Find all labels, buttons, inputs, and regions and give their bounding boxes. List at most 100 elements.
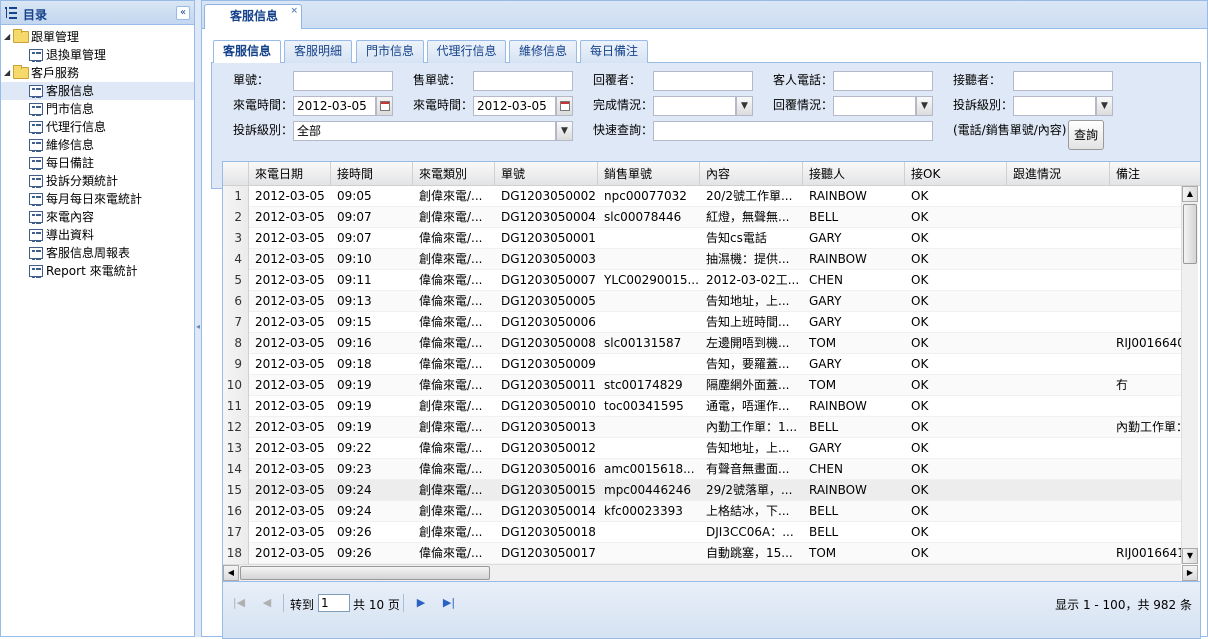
table-row[interactable]: 16 2012-03-05 09:24 創偉來電/... DG1203050014 kfc… <box>223 501 1183 522</box>
call-time-from-calendar-button[interactable] <box>376 96 393 116</box>
tree-list-icon <box>5 7 17 19</box>
follow-up-cell <box>1007 438 1110 459</box>
complaint-level-select[interactable] <box>1013 96 1096 116</box>
tree-node-item[interactable]: 每月每日來電統計 <box>1 190 194 208</box>
last-page-icon[interactable]: ▶| <box>441 595 457 611</box>
inner-tab-customer-service[interactable]: 客服信息 <box>213 40 281 64</box>
column-header-answer-time[interactable]: 接時間 <box>331 162 413 186</box>
table-row[interactable]: 3 2012-03-05 09:07 偉倫來電/... DG1203050001 告知cs… <box>223 228 1183 249</box>
column-header-answer-ok[interactable]: 接OK <box>905 162 1007 186</box>
tree-node-item[interactable]: Report 來電統計 <box>1 262 194 280</box>
completion-select[interactable] <box>653 96 736 116</box>
complaint-level2-dropdown-arrow-icon[interactable]: ▼ <box>556 121 573 141</box>
horizontal-scroll-thumb[interactable] <box>240 566 490 580</box>
inner-tab-store-info[interactable]: 門市信息 <box>356 40 424 63</box>
sales-no-input[interactable] <box>473 71 573 91</box>
reply-status-dropdown-arrow-icon[interactable]: ▼ <box>916 96 933 116</box>
inner-tab-repair-info[interactable]: 維修信息 <box>509 40 577 63</box>
table-row[interactable]: 12 2012-03-05 09:19 創偉來電/... DG1203050013 內勤工… <box>223 417 1183 438</box>
outer-tab-label: 客服信息 <box>230 9 279 23</box>
call-type-cell: 偉倫來電/... <box>419 357 483 371</box>
first-page-icon[interactable]: |◀ <box>231 595 247 611</box>
table-row[interactable]: 14 2012-03-05 09:23 偉倫來電/... DG1203050016 amc… <box>223 459 1183 480</box>
query-button[interactable]: 查詢 <box>1068 120 1104 150</box>
tree-node-item[interactable]: 維修信息 <box>1 136 194 154</box>
column-header-call-date[interactable]: 來電日期 <box>249 162 331 186</box>
expand-toggle-icon[interactable]: ◢ <box>4 64 13 82</box>
tree-node-item[interactable]: 每日備註 <box>1 154 194 172</box>
vertical-scrollbar[interactable]: ▲ ▼ <box>1181 186 1198 564</box>
order-no-cell: DG1203050005 <box>501 294 596 308</box>
previous-page-icon[interactable]: ◀ <box>259 595 275 611</box>
table-row[interactable]: 13 2012-03-05 09:22 偉倫來電/... DG1203050012 告知地… <box>223 438 1183 459</box>
table-row[interactable]: 4 2012-03-05 09:10 創偉來電/... DG1203050003 抽濕機：… <box>223 249 1183 270</box>
vertical-scroll-thumb[interactable] <box>1183 204 1197 264</box>
notes-cell <box>1110 501 1183 522</box>
collapse-panel-button[interactable]: « <box>176 6 190 20</box>
tree-node-item[interactable]: 客服信息 <box>1 82 194 100</box>
table-row[interactable]: 9 2012-03-05 09:18 偉倫來電/... DG1203050009 告知，要… <box>223 354 1183 375</box>
table-row[interactable]: 10 2012-03-05 09:19 偉倫來電/... DG1203050011 stc… <box>223 375 1183 396</box>
order-no-input[interactable] <box>293 71 393 91</box>
table-row[interactable]: 11 2012-03-05 09:19 創偉來電/... DG1203050010 toc… <box>223 396 1183 417</box>
column-header-follow-up[interactable]: 跟進情況 <box>1007 162 1110 186</box>
table-row[interactable]: 18 2012-03-05 09:26 偉倫來電/... DG1203050017 自動跳… <box>223 543 1183 564</box>
inner-tab-daily-notes[interactable]: 每日備注 <box>580 40 648 63</box>
tree-node-item[interactable]: 導出資料 <box>1 226 194 244</box>
scroll-up-icon[interactable]: ▲ <box>1182 186 1198 202</box>
guest-phone-input[interactable] <box>833 71 933 91</box>
answer-time-cell: 09:19 <box>337 378 372 392</box>
scroll-right-icon[interactable]: ▶ <box>1182 565 1198 581</box>
reply-by-input[interactable] <box>653 71 753 91</box>
table-row[interactable]: 1 2012-03-05 09:05 創偉來電/... DG1203050002 npc0… <box>223 186 1183 207</box>
inner-tab-service-detail[interactable]: 客服明細 <box>284 40 352 63</box>
table-row[interactable]: 6 2012-03-05 09:13 偉倫來電/... DG1203050005 告知地址… <box>223 291 1183 312</box>
tree-node-item[interactable]: 來電內容 <box>1 208 194 226</box>
tree-node-folder[interactable]: ◢ 跟單管理 <box>1 28 194 46</box>
table-row[interactable]: 5 2012-03-05 09:11 偉倫來電/... DG1203050007 YLC0… <box>223 270 1183 291</box>
close-tab-icon[interactable]: × <box>290 6 298 16</box>
tree-node-label: 導出資料 <box>46 228 95 242</box>
table-row[interactable]: 17 2012-03-05 09:26 創偉來電/... DG1203050018 DJI… <box>223 522 1183 543</box>
column-header-order-no[interactable]: 單號 <box>495 162 598 186</box>
inner-tab-agent-info[interactable]: 代理行信息 <box>427 40 506 63</box>
row-number-cell: 7 <box>223 312 249 333</box>
tree-node-folder[interactable]: ◢ 客戶服務 <box>1 64 194 82</box>
call-date-cell: 2012-03-05 <box>255 189 325 203</box>
table-row[interactable]: 7 2012-03-05 09:15 偉倫來電/... DG1203050006 告知上班… <box>223 312 1183 333</box>
tree-node-item[interactable]: 客服信息周報表 <box>1 244 194 262</box>
complaint-level-dropdown-arrow-icon[interactable]: ▼ <box>1096 96 1113 116</box>
reply-status-select[interactable] <box>833 96 916 116</box>
call-date-cell: 2012-03-05 <box>255 336 325 350</box>
quick-search-input[interactable] <box>653 121 933 141</box>
column-header-sales-no[interactable]: 銷售單號 <box>598 162 700 186</box>
list-page-icon <box>29 247 43 260</box>
call-type-cell: 創偉來電/... <box>419 399 483 413</box>
column-header-notes[interactable]: 備注 <box>1110 162 1200 186</box>
complaint-level2-select[interactable]: 全部 <box>293 121 556 141</box>
call-time-to-calendar-button[interactable] <box>556 96 573 116</box>
column-header-receiver[interactable]: 接聽人 <box>803 162 905 186</box>
reply-by-label: 回覆者： <box>593 73 642 87</box>
receiver-input[interactable] <box>1013 71 1113 91</box>
tree-node-item[interactable]: 代理行信息 <box>1 118 194 136</box>
scroll-left-icon[interactable]: ◀ <box>223 565 239 581</box>
expand-toggle-icon[interactable]: ◢ <box>4 28 13 46</box>
call-time-from-input[interactable]: 2012-03-05 <box>293 96 376 116</box>
next-page-icon[interactable]: ▶ <box>413 595 429 611</box>
table-row[interactable]: 2 2012-03-05 09:07 創偉來電/... DG1203050004 slc0… <box>223 207 1183 228</box>
table-row[interactable]: 8 2012-03-05 09:16 偉倫來電/... DG1203050008 slc0… <box>223 333 1183 354</box>
scroll-down-icon[interactable]: ▼ <box>1182 548 1198 564</box>
tree-node-item[interactable]: 門市信息 <box>1 100 194 118</box>
horizontal-scrollbar[interactable]: ◀ ▶ <box>223 564 1198 581</box>
tree-node-item[interactable]: 退換單管理 <box>1 46 194 64</box>
tree-node-item[interactable]: 投訴分類統計 <box>1 172 194 190</box>
table-row[interactable]: 15 2012-03-05 09:24 創偉來電/... DG1203050015 mpc… <box>223 480 1183 501</box>
column-header-call-type[interactable]: 來電類別 <box>413 162 495 186</box>
page-number-input[interactable]: 1 <box>318 594 350 612</box>
column-header-content[interactable]: 內容 <box>700 162 803 186</box>
call-time-to-input[interactable]: 2012-03-05 <box>473 96 556 116</box>
completion-dropdown-arrow-icon[interactable]: ▼ <box>736 96 753 116</box>
tab-customer-service-info[interactable]: 客服信息 × <box>204 4 302 29</box>
paging-summary: 显示 1 - 100，共 982 条 <box>1055 598 1192 612</box>
